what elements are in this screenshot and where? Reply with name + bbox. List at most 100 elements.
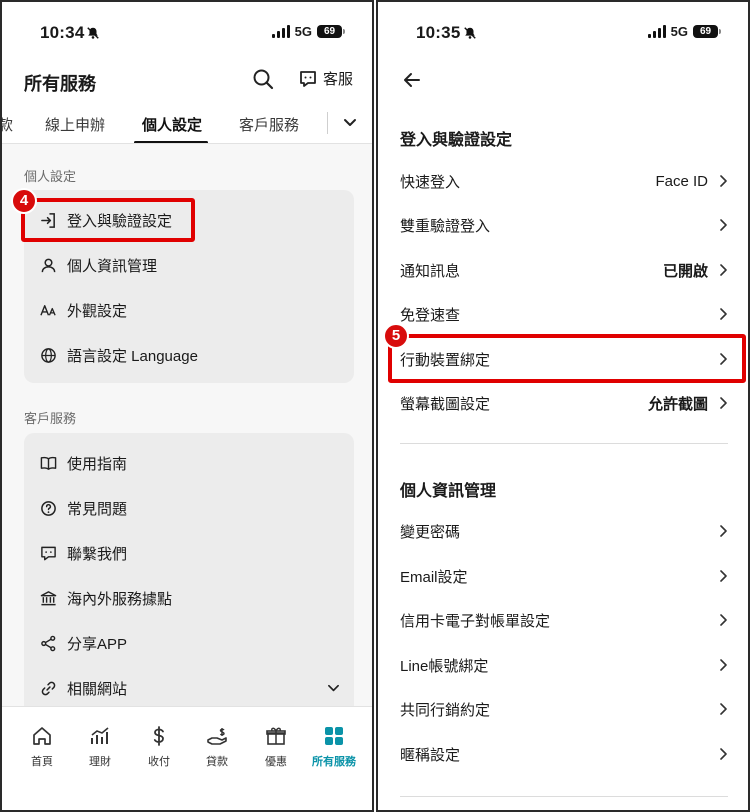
chevron-down-icon[interactable]: [343, 116, 357, 130]
gift-icon: [266, 727, 286, 745]
settings-row-nickname[interactable]: 暱稱設定: [400, 739, 728, 769]
search-icon[interactable]: [252, 68, 274, 90]
signal-icon: [647, 25, 666, 38]
row-value: 允許截圖: [647, 395, 708, 413]
tab-online-application[interactable]: 線上申辦: [45, 114, 105, 135]
chart-icon: [91, 727, 109, 744]
menu-item-language[interactable]: 語言設定 Language: [40, 345, 198, 366]
menu-item-service-locations[interactable]: 海內外服務據點: [40, 588, 172, 609]
nav-label: 貸款: [206, 756, 228, 768]
menu-item-user-guide[interactable]: 使用指南: [40, 453, 127, 474]
menu-item-share-app[interactable]: 分享APP: [40, 633, 127, 654]
chevron-right-icon: [720, 614, 727, 626]
settings-row-change-password[interactable]: 變更密碼: [400, 516, 728, 546]
settings-row-screenshot[interactable]: 螢幕截圖設定 允許截圖: [400, 388, 728, 418]
menu-item-label: 外觀設定: [67, 303, 128, 320]
section-title-personal-settings: 個人設定: [24, 169, 77, 184]
tab-partial[interactable]: 款: [2, 114, 13, 135]
nav-label: 優惠: [265, 756, 287, 768]
status-time: 10:35: [416, 23, 461, 42]
step-badge-4: 4: [11, 188, 37, 214]
nav-home[interactable]: 首頁: [13, 725, 71, 769]
status-bar: 10:34 5G 69: [2, 2, 372, 62]
chevron-right-icon: [720, 570, 727, 582]
nav-label: 首頁: [31, 756, 53, 768]
row-label: 共同行銷約定: [400, 701, 491, 719]
row-value: Face ID: [655, 172, 708, 190]
dollar-icon: [153, 726, 164, 746]
settings-row-notifications[interactable]: 通知訊息 已開啟: [400, 255, 728, 285]
menu-item-label: 海內外服務據點: [67, 591, 173, 608]
row-label: 信用卡電子對帳單設定: [400, 612, 551, 630]
menu-item-related-sites[interactable]: 相關網站: [40, 678, 340, 699]
person-icon: [41, 258, 56, 273]
section-title-login-verification: 登入與驗證設定: [400, 132, 513, 149]
menu-item-label: 使用指南: [67, 456, 128, 473]
nav-payments[interactable]: 收付: [130, 725, 188, 769]
battery-icon: 69: [317, 25, 345, 38]
back-arrow-icon[interactable]: [402, 70, 422, 90]
menu-item-label: 常見問題: [67, 501, 128, 518]
loan-icon: [207, 728, 227, 745]
menu-item-label: 個人資訊管理: [67, 258, 158, 275]
customer-service-label: 客服: [323, 71, 354, 88]
link-icon: [41, 681, 56, 696]
highlight-box-step-5: [388, 334, 746, 383]
section-divider: [400, 443, 728, 444]
tab-divider: [327, 112, 328, 134]
customer-service-button[interactable]: 客服: [298, 68, 353, 89]
share-icon: [41, 635, 56, 652]
settings-row-line-binding[interactable]: Line帳號綁定: [400, 650, 728, 680]
signal-icon: [271, 25, 290, 38]
row-label: 免登速查: [400, 306, 461, 324]
menu-item-appearance[interactable]: 外觀設定: [40, 300, 127, 321]
nav-wealth[interactable]: 理財: [71, 725, 129, 769]
nav-label: 理財: [89, 756, 111, 768]
row-label: 暱稱設定: [400, 746, 461, 764]
contact-icon: [41, 546, 56, 561]
settings-row-quick-check[interactable]: 免登速查: [400, 299, 728, 329]
chevron-right-icon: [720, 219, 727, 231]
grid-icon: [325, 727, 343, 745]
tab-personal-settings[interactable]: 個人設定: [142, 114, 202, 135]
nav-all-services[interactable]: 所有服務: [305, 725, 363, 769]
left-screen: 10:34 5G 69 所有服務 客服 款 線上申辦 個人設定 客戶服務 個人設…: [0, 0, 374, 812]
row-value: 已開啟: [662, 262, 708, 280]
home-icon: [33, 727, 51, 745]
nav-label: 所有服務: [312, 756, 356, 768]
highlight-box-step-4: [21, 198, 195, 242]
chevron-right-icon: [720, 659, 727, 671]
chevron-right-icon: [720, 703, 727, 715]
row-label: Email設定: [400, 568, 468, 586]
chevron-right-icon: [720, 525, 727, 537]
menu-item-personal-info[interactable]: 個人資訊管理: [40, 255, 157, 276]
row-label: 雙重驗證登入: [400, 217, 491, 235]
status-bar: 10:35 5G 69: [378, 2, 748, 62]
nav-label: 收付: [148, 756, 170, 768]
chevron-right-icon: [720, 175, 727, 187]
row-label: 變更密碼: [400, 523, 461, 541]
menu-item-faq[interactable]: 常見問題: [40, 498, 127, 519]
settings-row-co-marketing[interactable]: 共同行銷約定: [400, 694, 728, 724]
nav-loans[interactable]: 貸款: [188, 725, 246, 769]
section-divider: [400, 796, 728, 797]
row-label: 螢幕截圖設定: [400, 395, 491, 413]
settings-row-e-statement[interactable]: 信用卡電子對帳單設定: [400, 605, 728, 635]
tab-customer-service[interactable]: 客戶服務: [239, 114, 299, 135]
customer-service-card: 使用指南 常見問題 聯繫我們 海內外服務據點 分享APP 相關網站: [24, 433, 354, 723]
settings-row-quick-login[interactable]: 快速登入 Face ID: [400, 166, 728, 196]
right-screen: 10:35 5G 69 登入與驗證設定 快速登入 Face ID 雙重驗證登入 …: [376, 0, 750, 812]
nav-offers[interactable]: 優惠: [247, 725, 305, 769]
chevron-right-icon: [720, 264, 727, 276]
settings-row-two-factor[interactable]: 雙重驗證登入: [400, 210, 728, 240]
row-label: 快速登入: [400, 173, 461, 191]
tab-bar: 款 線上申辦 個人設定 客戶服務: [2, 104, 372, 144]
chevron-right-icon: [720, 748, 727, 760]
menu-item-contact-us[interactable]: 聯繫我們: [40, 543, 127, 564]
font-size-icon: [40, 305, 56, 316]
settings-row-email[interactable]: Email設定: [400, 561, 728, 591]
chevron-down-icon[interactable]: [327, 682, 340, 695]
silent-bell-icon: [464, 27, 476, 39]
chevron-right-icon: [720, 308, 727, 320]
status-time: 10:34: [40, 23, 85, 42]
